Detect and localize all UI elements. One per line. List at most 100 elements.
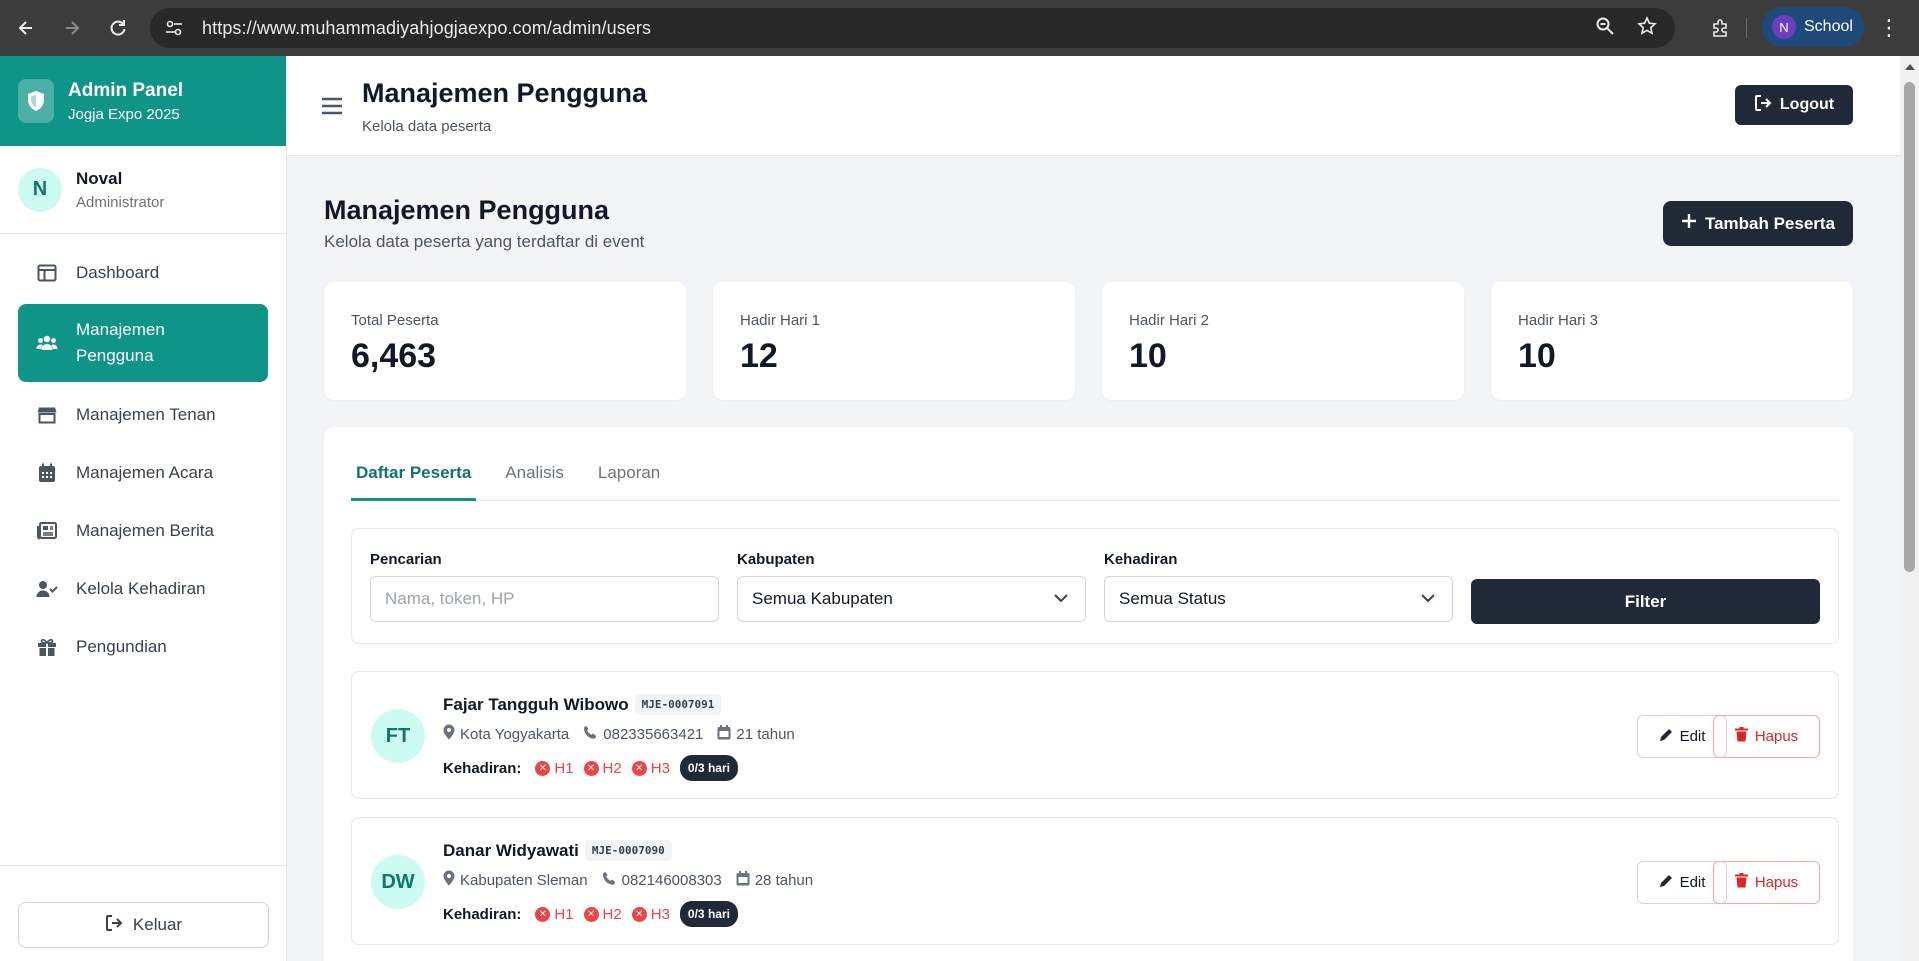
bookmark-star-icon[interactable] <box>1637 15 1657 41</box>
stat-value: 10 <box>1129 337 1167 375</box>
sidebar-item-manajemen-tenan[interactable]: Manajemen Tenan <box>18 386 268 444</box>
sidebar-item-kelola-kehadiran[interactable]: Kelola Kehadiran <box>18 560 268 618</box>
attendance-summary-badge: 0/3 hari <box>679 901 738 927</box>
add-participant-button[interactable]: Tambah Peserta <box>1663 201 1853 246</box>
phone-item: 082146008303 <box>602 871 722 890</box>
stat-value: 6,463 <box>351 337 437 375</box>
browser-menu-icon[interactable]: ⋮ <box>1874 8 1904 48</box>
phone-text: 082335663421 <box>603 725 704 743</box>
phone-icon <box>602 871 617 890</box>
plus-icon <box>1681 213 1697 234</box>
x-circle-icon: ✕ <box>535 906 551 922</box>
sidebar-item-label: Manajemen Berita <box>76 521 214 540</box>
x-circle-icon: ✕ <box>535 760 551 776</box>
logout-button[interactable]: Logout <box>1735 85 1853 125</box>
kabupaten-group: Kabupaten Semua Kabupaten <box>737 551 1086 622</box>
tab-bar: Daftar Peserta Analisis Laporan <box>351 453 1839 501</box>
stat-label: Hadir Hari 3 <box>1518 312 1599 329</box>
scroll-up-icon[interactable] <box>1905 64 1915 70</box>
menu-toggle-icon[interactable] <box>321 96 345 118</box>
add-participant-label: Tambah Peserta <box>1704 213 1836 233</box>
day-label: H3 <box>650 905 670 923</box>
kabupaten-select[interactable]: Semua Kabupaten <box>737 576 1086 622</box>
brand-subtitle: Jogja Expo 2025 <box>68 105 180 123</box>
age-text: 21 tahun <box>736 725 795 743</box>
edit-label: Edit <box>1679 874 1706 891</box>
x-circle-icon: ✕ <box>631 760 647 776</box>
participant-card: FT Fajar Tangguh Wibowo MJE-0007091 Kota… <box>351 671 1839 799</box>
stat-card-day1: Hadir Hari 1 12 <box>713 282 1075 400</box>
sidebar-item-label: Dashboard <box>76 263 160 282</box>
kehadiran-group: Kehadiran Semua Status <box>1104 551 1453 622</box>
extensions-icon[interactable] <box>1700 8 1740 48</box>
stat-card-day3: Hadir Hari 3 10 <box>1491 282 1853 400</box>
sidebar-item-manajemen-acara[interactable]: Manajemen Acara <box>18 444 268 502</box>
attendance-row: Kehadiran: ✕ H1 ✕ H2 ✕ H3 0/3 hari <box>443 755 738 781</box>
participant-name-row: Danar Widyawati MJE-0007090 <box>443 840 672 861</box>
newspaper-icon <box>36 520 58 542</box>
sidebar-item-dashboard[interactable]: Dashboard <box>18 244 268 302</box>
sidebar-item-label: Manajemen Pengguna <box>76 319 165 365</box>
phone-icon <box>583 725 598 744</box>
delete-button[interactable]: Hapus <box>1713 715 1820 758</box>
site-settings-icon[interactable] <box>156 12 192 44</box>
attendance-day: ✕ H1 <box>535 906 574 923</box>
attendance-row: Kehadiran: ✕ H1 ✕ H2 ✕ H3 0/3 hari <box>443 901 738 927</box>
sidebar-item-pengundian[interactable]: Pengundian <box>18 618 268 676</box>
address-bar[interactable]: https://www.muhammadiyahjogjaexpo.com/ad… <box>150 8 1675 48</box>
search-input[interactable]: Nama, token, HP <box>370 576 719 622</box>
back-icon[interactable] <box>6 8 46 48</box>
tab-daftar-peserta[interactable]: Daftar Peserta <box>351 453 477 501</box>
kehadiran-select[interactable]: Semua Status <box>1104 576 1453 622</box>
trash-icon <box>1734 873 1748 892</box>
location-text: Kota Yogyakarta <box>460 725 570 743</box>
sidebar-item-manajemen-pengguna[interactable]: Manajemen Pengguna <box>18 304 268 382</box>
filter-bar: Pencarian Nama, token, HP Kabupaten Semu… <box>351 528 1839 644</box>
day-label: H3 <box>650 759 670 777</box>
header-subtitle: Kelola data peserta <box>362 118 492 135</box>
tab-analisis[interactable]: Analisis <box>500 453 569 501</box>
sign-out-icon <box>1754 94 1772 117</box>
forward-icon[interactable] <box>52 8 92 48</box>
zoom-icon[interactable] <box>1595 16 1615 41</box>
page-title: Manajemen Pengguna <box>324 195 610 225</box>
page-scrollbar[interactable] <box>1900 56 1919 961</box>
participant-name-row: Fajar Tangguh Wibowo MJE-0007091 <box>443 694 722 715</box>
delete-label: Hapus <box>1754 728 1799 745</box>
toolbar-divider <box>1746 18 1747 38</box>
header-title: Manajemen Pengguna <box>362 78 648 108</box>
participant-name: Fajar Tangguh Wibowo <box>443 694 629 714</box>
user-profile: N Noval Administrator <box>0 146 286 234</box>
pencil-icon <box>1659 728 1673 746</box>
profile-button[interactable]: N School <box>1762 7 1864 47</box>
filter-button[interactable]: Filter <box>1471 579 1820 624</box>
reload-icon[interactable] <box>98 8 138 48</box>
kehadiran-label: Kehadiran <box>1104 551 1178 568</box>
sidebar: Admin Panel Jogja Expo 2025 N Noval Admi… <box>0 56 287 961</box>
age-item: 21 tahun <box>717 724 795 744</box>
age-text: 28 tahun <box>754 871 814 889</box>
location-text: Kabupaten Sleman <box>460 871 588 889</box>
brand-header: Admin Panel Jogja Expo 2025 <box>0 56 286 146</box>
url-text[interactable]: https://www.muhammadiyahjogjaexpo.com/ad… <box>202 18 651 39</box>
kabupaten-value: Semua Kabupaten <box>752 589 893 608</box>
sidebar-item-manajemen-berita[interactable]: Manajemen Berita <box>18 502 268 560</box>
stat-card-total: Total Peserta 6,463 <box>324 282 686 400</box>
user-check-icon <box>36 578 58 600</box>
x-circle-icon: ✕ <box>583 906 599 922</box>
main-content: Manajemen Pengguna Kelola data peserta y… <box>287 157 1900 961</box>
chevron-down-icon <box>1420 590 1436 611</box>
search-label: Pencarian <box>370 551 442 568</box>
id-card-icon <box>717 724 731 744</box>
kehadiran-value: Semua Status <box>1119 589 1226 608</box>
avatar: DW <box>371 855 425 909</box>
avatar: FT <box>371 709 425 763</box>
stat-value: 12 <box>740 337 778 375</box>
scrollbar-thumb[interactable] <box>1904 82 1915 572</box>
tab-laporan[interactable]: Laporan <box>593 453 665 501</box>
age-item: 28 tahun <box>736 870 814 890</box>
attendance-day: ✕ H3 <box>631 905 670 923</box>
participant-meta: Kota Yogyakarta 082335663421 21 tahun <box>443 724 795 744</box>
sidebar-logout-button[interactable]: Keluar <box>18 902 269 948</box>
delete-button[interactable]: Hapus <box>1713 861 1820 904</box>
